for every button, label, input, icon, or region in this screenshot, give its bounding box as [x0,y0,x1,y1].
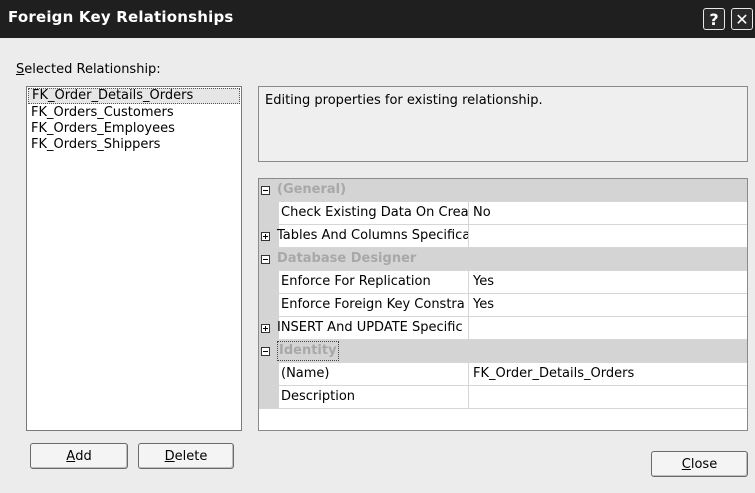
relationship-item-fk-orders-employees[interactable]: FK_Orders_Employees [27,121,241,137]
property-value[interactable] [470,225,750,247]
plus-icon [261,231,270,241]
title-bar: Foreign Key Relationships ? ✕ [0,0,755,38]
category-database-designer[interactable]: Database Designer [259,248,747,271]
help-icon: ? [709,9,719,29]
minus-icon [261,254,270,264]
row-gutter [259,386,279,408]
collapse-database-designer-toggle[interactable] [261,248,270,270]
property-grid[interactable]: (General) Check Existing Data On Crea No… [258,178,748,431]
property-name: INSERT And UPDATE Specific [275,317,469,339]
category-identity[interactable]: Identity [259,340,747,363]
property-value[interactable]: No [470,202,750,224]
property-name: Description [279,386,469,408]
collapse-general-toggle[interactable] [261,179,270,201]
property-value[interactable]: FK_Order_Details_Orders [470,363,750,385]
row-gutter [259,271,279,293]
close-window-button[interactable]: ✕ [731,8,753,30]
category-label: (General) [277,182,347,197]
property-value[interactable]: Yes [470,294,750,316]
property-row-insert-update-specification[interactable]: INSERT And UPDATE Specific [259,317,747,340]
delete-button[interactable]: Delete [138,443,234,469]
property-row-tables-and-columns[interactable]: Tables And Columns Specifica [259,225,747,248]
close-icon: ✕ [735,9,749,29]
relationship-item-fk-orders-customers[interactable]: FK_Orders_Customers [27,105,241,121]
relationship-item-fk-order-details-orders[interactable]: FK_Order_Details_Orders [28,88,240,104]
collapse-identity-toggle[interactable] [261,340,270,362]
property-value[interactable] [470,386,750,408]
property-row-enforce-for-replication[interactable]: Enforce For Replication Yes [259,271,747,294]
property-name: Enforce Foreign Key Constra [279,294,469,316]
property-row-check-existing-data[interactable]: Check Existing Data On Crea No [259,202,747,225]
help-button[interactable]: ? [703,8,725,30]
window-title: Foreign Key Relationships [8,8,234,26]
property-value[interactable] [470,317,750,339]
relationship-list[interactable]: FK_Order_Details_Orders FK_Orders_Custom… [26,86,242,431]
foreign-key-relationships-dialog: Foreign Key Relationships ? ✕ Selected R… [0,0,755,493]
property-name: Check Existing Data On Crea [279,202,469,224]
close-button[interactable]: Close [651,451,748,477]
category-label: Database Designer [277,251,417,266]
category-label: Identity [277,341,339,361]
row-gutter [259,202,279,224]
relationship-description-text: Editing properties for existing relation… [265,93,543,108]
expand-tables-columns-toggle[interactable] [261,225,270,247]
add-button[interactable]: Add [30,443,128,469]
minus-icon [261,185,270,195]
selected-relationship-label: Selected Relationship: [16,62,161,77]
minus-icon [261,346,270,356]
expand-insert-update-toggle[interactable] [261,317,270,339]
property-name: Tables And Columns Specifica [275,225,469,247]
property-name: Enforce For Replication [279,271,469,293]
relationship-item-fk-orders-shippers[interactable]: FK_Orders_Shippers [27,137,241,153]
row-gutter [259,363,279,385]
property-value[interactable]: Yes [470,271,750,293]
property-row-description[interactable]: Description [259,386,747,409]
category-general[interactable]: (General) [259,179,747,202]
property-row-enforce-foreign-key[interactable]: Enforce Foreign Key Constra Yes [259,294,747,317]
row-gutter [259,294,279,316]
plus-icon [261,323,270,333]
property-row-name[interactable]: (Name) FK_Order_Details_Orders [259,363,747,386]
property-name: (Name) [279,363,469,385]
relationship-description-panel: Editing properties for existing relation… [258,86,748,162]
